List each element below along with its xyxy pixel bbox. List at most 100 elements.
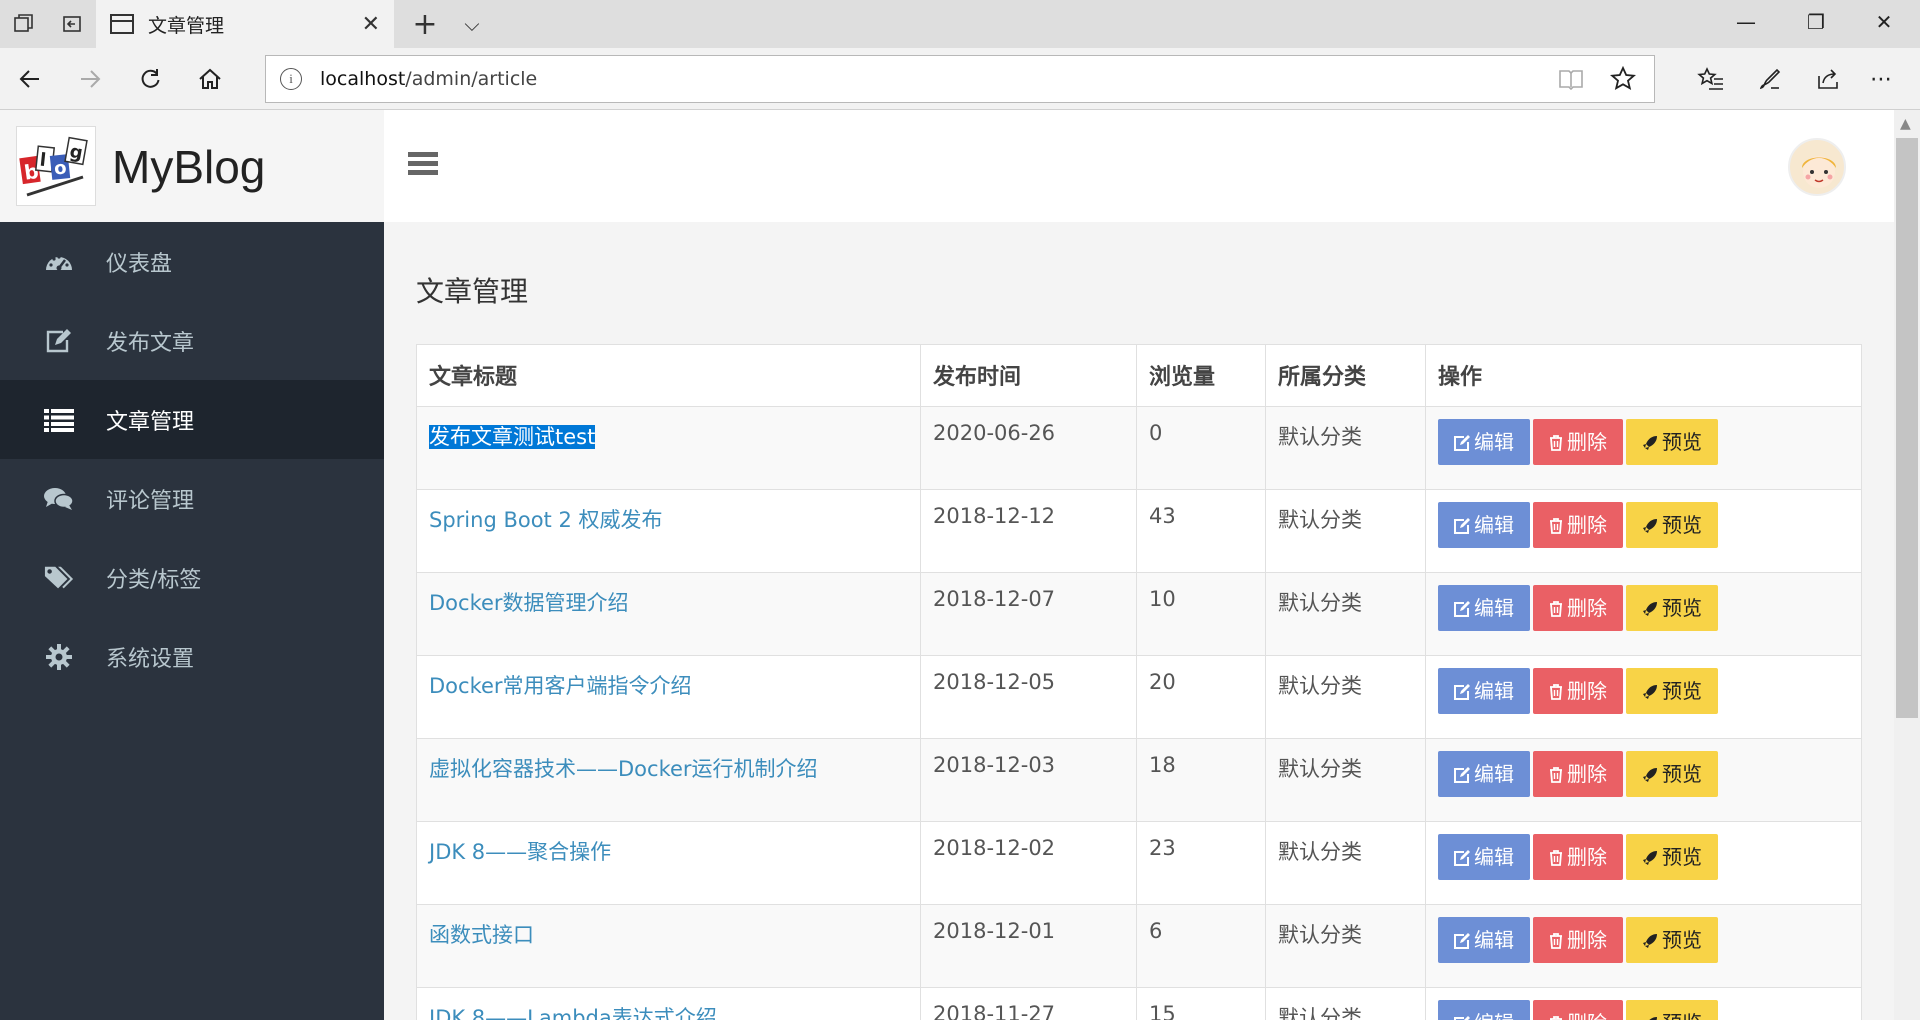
tab-close-icon[interactable]: ✕ [362, 12, 380, 37]
delete-label: 删除 [1567, 1011, 1607, 1020]
cell-views: 20 [1136, 655, 1266, 739]
delete-button[interactable]: 删除 [1533, 917, 1623, 963]
article-title-link[interactable]: Docker常用客户端指令介绍 [429, 674, 692, 698]
tab-actions-icon[interactable] [10, 10, 38, 38]
brand[interactable]: b l o g MyBlog [0, 110, 384, 222]
new-tab-button[interactable]: + [411, 7, 439, 42]
cell-actions: 编辑 删除 预览 [1425, 738, 1862, 822]
preview-label: 预览 [1662, 679, 1702, 703]
article-title-link[interactable]: 函数式接口 [429, 923, 534, 947]
preview-button[interactable]: 预览 [1626, 668, 1718, 714]
site-info-icon[interactable]: i [280, 68, 302, 90]
refresh-icon[interactable] [132, 61, 168, 97]
edit-label: 编辑 [1474, 845, 1514, 869]
col-header-title: 文章标题 [416, 344, 921, 407]
article-title-link[interactable]: JDK 8——聚合操作 [429, 840, 611, 864]
sidebar-item-publish[interactable]: 发布文章 [0, 301, 384, 380]
edit-icon [1454, 596, 1474, 620]
edit-icon [1454, 928, 1474, 952]
sidebar-toggle-icon[interactable] [408, 152, 438, 176]
edit-icon [1454, 513, 1474, 537]
delete-button[interactable]: 删除 [1533, 419, 1623, 465]
sidebar-item-articles[interactable]: 文章管理 [0, 380, 384, 459]
delete-button[interactable]: 删除 [1533, 1000, 1623, 1020]
preview-button[interactable]: 预览 [1626, 585, 1718, 631]
edit-button[interactable]: 编辑 [1438, 668, 1530, 714]
table-row: JDK 8——聚合操作 2018-12-02 23 默认分类 编辑 删除 预览 [416, 821, 1862, 905]
article-title-link[interactable]: 虚拟化容器技术——Docker运行机制介绍 [429, 757, 818, 781]
preview-button[interactable]: 预览 [1626, 751, 1718, 797]
share-icon[interactable] [1810, 61, 1846, 97]
preview-button[interactable]: 预览 [1626, 419, 1718, 465]
browser-tab-active[interactable]: 文章管理 ✕ [96, 0, 394, 48]
cell-category: 默认分类 [1265, 655, 1426, 739]
reading-view-icon[interactable] [1558, 68, 1584, 94]
restore-button[interactable]: ❐ [1798, 10, 1834, 34]
close-window-button[interactable]: ✕ [1866, 10, 1902, 34]
article-title-link[interactable]: Spring Boot 2 权威发布 [429, 508, 663, 532]
edit-button[interactable]: 编辑 [1438, 419, 1530, 465]
cell-views: 43 [1136, 489, 1266, 573]
page-title: 文章管理 [416, 275, 529, 308]
tab-title: 文章管理 [148, 14, 225, 37]
cell-views: 23 [1136, 821, 1266, 905]
scroll-thumb[interactable] [1896, 138, 1918, 718]
preview-button[interactable]: 预览 [1626, 502, 1718, 548]
back-arrow-icon[interactable] [12, 61, 48, 97]
set-aside-tabs-icon[interactable] [58, 10, 86, 38]
edit-button[interactable]: 编辑 [1438, 917, 1530, 963]
table-row: 函数式接口 2018-12-01 6 默认分类 编辑 删除 预览 [416, 904, 1862, 988]
list-icon [44, 406, 74, 434]
dashboard-icon [44, 248, 74, 276]
col-header-date: 发布时间 [920, 344, 1137, 407]
home-icon[interactable] [192, 61, 228, 97]
edit-button[interactable]: 编辑 [1438, 834, 1530, 880]
page-scrollbar[interactable]: ▲ [1894, 110, 1920, 1020]
scroll-up-arrow-icon[interactable]: ▲ [1900, 116, 1911, 132]
sidebar-item-comments[interactable]: 评论管理 [0, 459, 384, 538]
edit-button[interactable]: 编辑 [1438, 585, 1530, 631]
sidebar-item-categories[interactable]: 分类/标签 [0, 538, 384, 617]
table-row: 发布文章测试test 2020-06-26 0 默认分类 编辑 删除 预览 [416, 406, 1862, 490]
forward-arrow-icon[interactable] [72, 61, 108, 97]
favorites-list-icon[interactable] [1693, 61, 1729, 97]
sidebar-item-settings[interactable]: 系统设置 [0, 617, 384, 696]
sidebar: b l o g MyBlog 仪表盘 发布文章 文章管理 评论管理 分类/标签 … [0, 110, 384, 1020]
trash-icon [1549, 513, 1567, 537]
minimize-button[interactable]: — [1728, 10, 1764, 34]
cell-views: 15 [1136, 987, 1266, 1020]
edit-icon [1454, 679, 1474, 703]
tab-list-chevron-icon[interactable]: ⌵ [458, 10, 486, 38]
trash-icon [1549, 1011, 1567, 1020]
url-text[interactable]: localhost/admin/article [320, 68, 537, 90]
article-title-link[interactable]: 发布文章测试test [429, 425, 596, 449]
delete-button[interactable]: 删除 [1533, 668, 1623, 714]
address-bar[interactable]: i localhost/admin/article [265, 55, 1655, 103]
article-title-link[interactable]: Docker数据管理介绍 [429, 591, 629, 615]
delete-button[interactable]: 删除 [1533, 585, 1623, 631]
delete-button[interactable]: 删除 [1533, 502, 1623, 548]
delete-button[interactable]: 删除 [1533, 751, 1623, 797]
preview-button[interactable]: 预览 [1626, 834, 1718, 880]
cell-date: 2018-12-07 [920, 572, 1137, 656]
cell-views: 10 [1136, 572, 1266, 656]
edit-icon [44, 327, 74, 355]
delete-label: 删除 [1567, 762, 1607, 786]
cell-date: 2018-11-27 [920, 987, 1137, 1020]
url-path: /admin/article [405, 68, 538, 90]
preview-button[interactable]: 预览 [1626, 917, 1718, 963]
sidebar-item-label: 文章管理 [106, 409, 195, 435]
article-title-link[interactable]: JDK 8——Lambda表达式介绍 [429, 1006, 717, 1020]
pen-notes-icon[interactable] [1752, 61, 1788, 97]
edit-button[interactable]: 编辑 [1438, 502, 1530, 548]
cell-date: 2018-12-02 [920, 821, 1137, 905]
edit-button[interactable]: 编辑 [1438, 751, 1530, 797]
top-header [384, 110, 1894, 222]
user-avatar[interactable] [1788, 138, 1846, 196]
more-menu-icon[interactable]: ⋯ [1864, 61, 1900, 97]
edit-button[interactable]: 编辑 [1438, 1000, 1530, 1020]
preview-button[interactable]: 预览 [1626, 1000, 1718, 1020]
sidebar-item-dashboard[interactable]: 仪表盘 [0, 222, 384, 301]
favorite-star-icon[interactable] [1610, 65, 1636, 96]
delete-button[interactable]: 删除 [1533, 834, 1623, 880]
